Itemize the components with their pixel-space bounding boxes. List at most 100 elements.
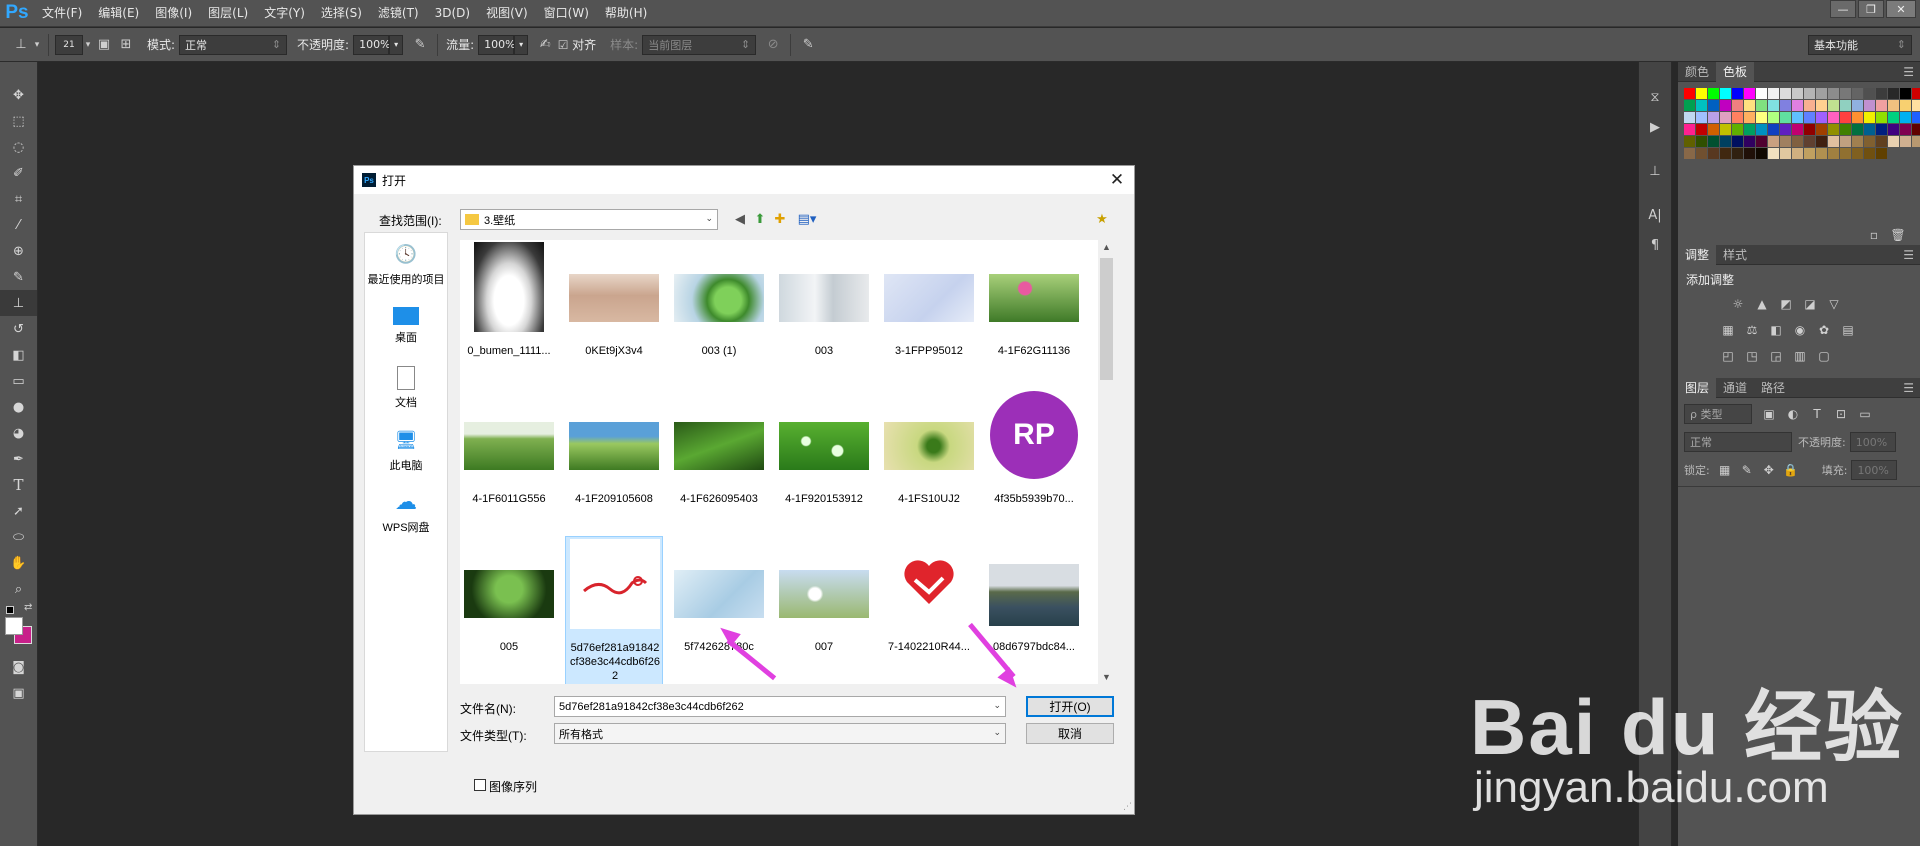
lookin-select[interactable]: 3.壁纸 ⌄ <box>460 209 718 230</box>
color-swatch[interactable] <box>1744 100 1755 111</box>
restore-icon[interactable]: ❐ <box>1858 0 1884 18</box>
menu-layer[interactable]: 图层(L) <box>200 0 256 27</box>
ellipse-tool-icon[interactable]: ⬭ <box>0 524 37 550</box>
filter-smart-icon[interactable]: ▭ <box>1856 406 1874 422</box>
tab-paths[interactable]: 路径 <box>1754 378 1792 398</box>
color-swatch[interactable] <box>1696 124 1707 135</box>
tab-color[interactable]: 颜色 <box>1678 62 1716 82</box>
color-swatch[interactable] <box>1708 124 1719 135</box>
zoom-tool-icon[interactable]: ⌕ <box>0 576 37 602</box>
marquee-tool-icon[interactable]: ⬚ <box>0 108 37 134</box>
swap-colors-icon[interactable]: ⇄ <box>24 602 32 613</box>
file-item-selected[interactable]: 5d76ef281a91842cf38e3c44cdb6f262 <box>565 536 663 684</box>
brush-size-picker[interactable]: 21 <box>55 34 83 55</box>
color-swatch[interactable] <box>1900 136 1911 147</box>
menu-type[interactable]: 文字(Y) <box>256 0 313 27</box>
color-swatch[interactable] <box>1696 112 1707 123</box>
color-swatch[interactable] <box>1876 136 1887 147</box>
color-swatch[interactable] <box>1852 124 1863 135</box>
ignore-adjustment-layers-icon[interactable]: ⊘ <box>762 34 784 56</box>
airbrush-icon[interactable]: ✍ <box>534 34 556 56</box>
tab-adjustments[interactable]: 调整 <box>1678 244 1717 265</box>
color-swatch[interactable] <box>1792 88 1803 99</box>
color-swatch[interactable] <box>1852 100 1863 111</box>
color-swatch[interactable] <box>1828 88 1839 99</box>
color-swatch[interactable] <box>1816 148 1827 159</box>
color-swatch[interactable] <box>1840 148 1851 159</box>
color-swatch[interactable] <box>1816 124 1827 135</box>
aligned-checkbox[interactable]: ☑ <box>556 34 570 56</box>
color-swatch[interactable] <box>1912 88 1920 99</box>
color-swatch[interactable] <box>1864 100 1875 111</box>
color-swatch[interactable] <box>1792 136 1803 147</box>
hue-saturation-icon[interactable]: ▦ <box>1719 322 1737 338</box>
color-swatch[interactable] <box>1912 112 1920 123</box>
file-item[interactable]: 4-1F920153912 <box>775 388 873 528</box>
tab-styles[interactable]: 样式 <box>1716 245 1754 265</box>
workspace-select[interactable]: 基本功能 ⇕ <box>1808 34 1912 55</box>
color-swatch[interactable] <box>1816 112 1827 123</box>
color-swatch[interactable] <box>1684 112 1695 123</box>
file-item[interactable]: 4-1F209105608 <box>565 388 663 528</box>
color-swatch[interactable] <box>1708 148 1719 159</box>
scroll-up-icon[interactable]: ▲ <box>1102 242 1111 252</box>
place-this-pc[interactable]: 🖥 此电脑 <box>365 419 447 481</box>
color-swatch[interactable] <box>1900 112 1911 123</box>
character-panel-icon[interactable]: A| <box>1639 200 1671 230</box>
menu-3d[interactable]: 3D(D) <box>427 0 478 27</box>
color-swatch[interactable] <box>1768 136 1779 147</box>
cancel-button[interactable]: 取消 <box>1026 723 1114 744</box>
move-tool-icon[interactable]: ✥ <box>0 82 37 108</box>
file-item[interactable]: 5f742628780c <box>670 536 768 676</box>
color-swatch[interactable] <box>1864 124 1875 135</box>
color-swatch[interactable] <box>1828 100 1839 111</box>
color-swatch[interactable] <box>1780 124 1791 135</box>
color-swatch[interactable] <box>1708 100 1719 111</box>
place-recent[interactable]: 🕓 最近使用的项目 <box>365 233 447 295</box>
color-swatch[interactable] <box>1876 148 1887 159</box>
filename-input[interactable]: 5d76ef281a91842cf38e3c44cdb6f262 ⌄ <box>554 696 1006 717</box>
color-swatch[interactable] <box>1720 100 1731 111</box>
eraser-tool-icon[interactable]: ◧ <box>0 342 37 368</box>
filetype-select[interactable]: 所有格式 ⌄ <box>554 723 1006 744</box>
file-item[interactable]: 005 <box>460 536 558 676</box>
menu-edit[interactable]: 编辑(E) <box>90 0 147 27</box>
place-desktop[interactable]: 桌面 <box>365 295 447 357</box>
file-item[interactable]: 003 (1) <box>670 240 768 380</box>
flow-input[interactable]: 100% <box>478 34 516 55</box>
color-lookup-icon[interactable]: ▤ <box>1839 322 1857 338</box>
color-swatch[interactable] <box>1780 136 1791 147</box>
color-swatch[interactable] <box>1876 124 1887 135</box>
color-swatch[interactable] <box>1816 100 1827 111</box>
color-swatch[interactable] <box>1780 148 1791 159</box>
eyedropper-tool-icon[interactable]: ⁄ <box>0 212 37 238</box>
color-swatch[interactable] <box>1900 88 1911 99</box>
color-swatch[interactable] <box>1756 148 1767 159</box>
file-item[interactable]: 4-1F62G11136 <box>985 240 1083 380</box>
color-swatch[interactable] <box>1744 136 1755 147</box>
color-swatch[interactable] <box>1684 88 1695 99</box>
hand-tool-icon[interactable]: ✋ <box>0 550 37 576</box>
filter-shape-icon[interactable]: ⊡ <box>1832 406 1850 422</box>
sample-select[interactable]: 当前图层 ⇕ <box>642 34 757 55</box>
new-folder-icon[interactable]: ✚ <box>772 211 788 227</box>
color-swatch[interactable] <box>1828 148 1839 159</box>
panel-menu-icon[interactable]: ☰ <box>1903 248 1914 262</box>
color-swatch[interactable] <box>1828 136 1839 147</box>
pressure-size-icon[interactable]: ✎ <box>797 34 819 56</box>
resize-grip-icon[interactable]: ⋰ <box>1123 801 1132 812</box>
color-swatch[interactable] <box>1840 88 1851 99</box>
selective-color-icon[interactable]: ▢ <box>1815 348 1833 364</box>
color-swatch[interactable] <box>1708 136 1719 147</box>
color-swatch[interactable] <box>1864 112 1875 123</box>
color-swatch[interactable] <box>1792 100 1803 111</box>
color-swatch[interactable] <box>1696 136 1707 147</box>
close-icon[interactable]: ✕ <box>1886 0 1916 18</box>
file-item[interactable]: 4-1F626095403 <box>670 388 768 528</box>
color-swatch[interactable] <box>1852 136 1863 147</box>
menu-file[interactable]: 文件(F) <box>34 0 90 27</box>
color-swatch[interactable] <box>1888 112 1899 123</box>
place-wps-drive[interactable]: ☁ WPS网盘 <box>365 481 447 543</box>
color-swatch[interactable] <box>1876 112 1887 123</box>
color-swatch[interactable] <box>1720 112 1731 123</box>
